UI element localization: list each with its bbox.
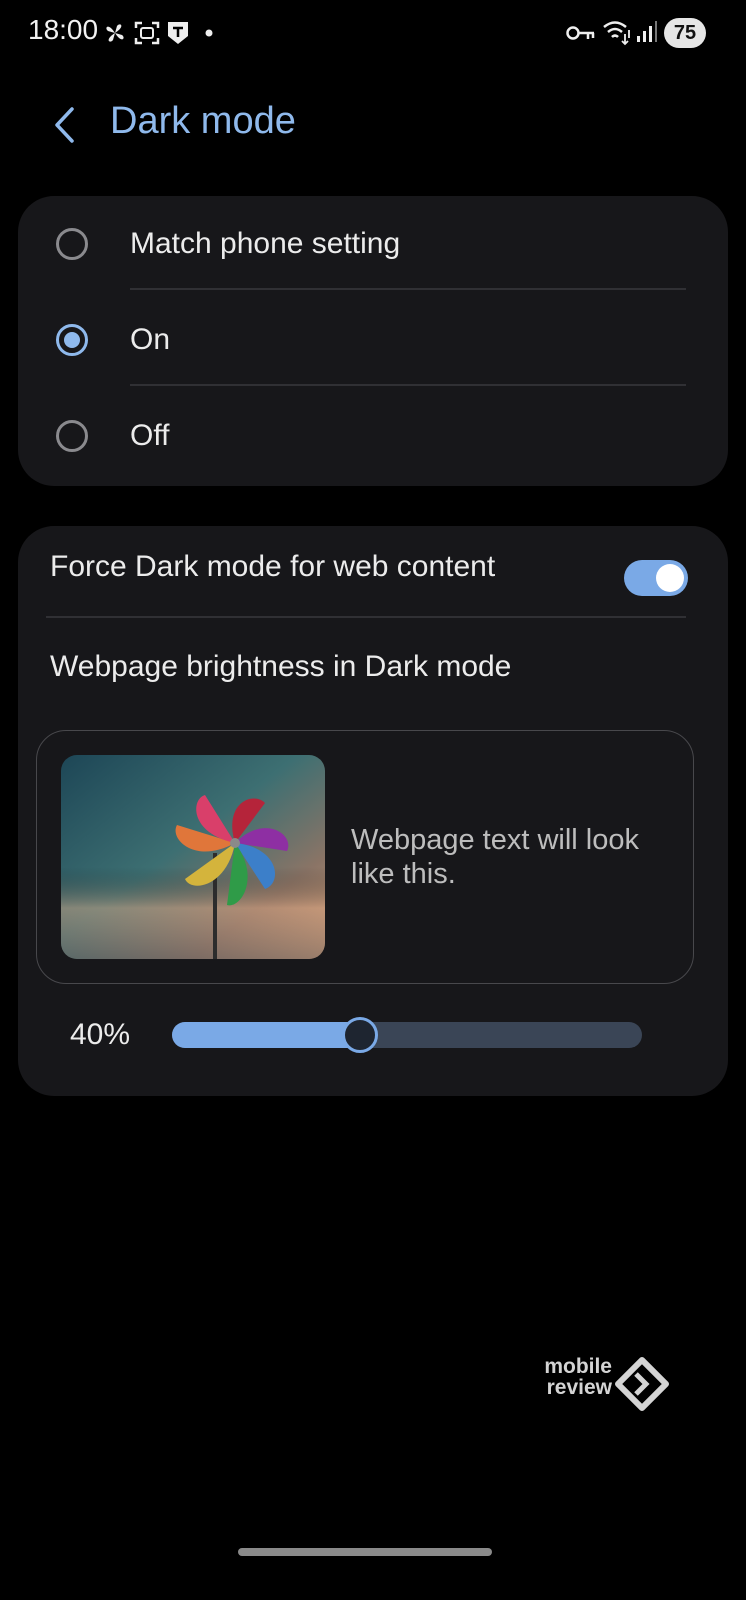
- force-dark-web-toggle[interactable]: [624, 560, 688, 596]
- slider-thumb[interactable]: [342, 1017, 378, 1053]
- page-title: Dark mode: [110, 100, 296, 142]
- webpage-brightness-label: Webpage brightness in Dark mode: [50, 650, 512, 683]
- logo-line1: mobile: [544, 1355, 612, 1378]
- option-label: Match phone setting: [130, 227, 401, 260]
- option-on[interactable]: On: [18, 292, 728, 388]
- logo-text: mobile review: [528, 1356, 612, 1398]
- dark-mode-options-card: Match phone setting On Off: [18, 196, 728, 486]
- brightness-preview: Webpage text will look like this.: [36, 730, 694, 984]
- chevron-left-icon: [55, 107, 74, 143]
- option-off[interactable]: Off: [18, 388, 728, 484]
- status-time: 18:00: [28, 14, 99, 45]
- diamond-logo-icon: [615, 1357, 669, 1411]
- web-content-card: Force Dark mode for web content Webpage …: [18, 526, 728, 1096]
- screen-capture-icon: [134, 21, 160, 45]
- radio-button[interactable]: [56, 228, 88, 260]
- shield-t-icon: [168, 22, 188, 44]
- dot-icon: [205, 29, 213, 37]
- battery-level: 75: [673, 21, 697, 44]
- radio-button-selected[interactable]: [56, 324, 88, 356]
- pinwheel-preview-image: [61, 755, 325, 959]
- divider: [130, 288, 686, 290]
- force-dark-web-label: Force Dark mode for web content: [50, 550, 496, 583]
- preview-sample-text: Webpage text will look like this.: [351, 824, 640, 890]
- battery-icon: 75: [664, 18, 706, 48]
- option-label: On: [130, 323, 171, 356]
- mobile-review-logo: mobile review: [528, 1356, 678, 1416]
- option-label: Off: [130, 419, 170, 452]
- toggle-knob: [656, 564, 684, 592]
- home-indicator[interactable]: [238, 1548, 492, 1556]
- key-icon: [566, 26, 595, 40]
- option-match-phone-setting[interactable]: Match phone setting: [18, 196, 728, 292]
- back-button[interactable]: [42, 98, 86, 152]
- divider: [130, 384, 686, 386]
- wifi-icon: [603, 21, 630, 46]
- logo-line2: review: [546, 1376, 612, 1399]
- brightness-percent: 40%: [70, 1018, 131, 1051]
- signal-icon: [637, 21, 657, 42]
- radio-button[interactable]: [56, 420, 88, 452]
- brightness-slider[interactable]: [172, 1017, 642, 1053]
- divider: [46, 616, 686, 618]
- pinwheel-icon: [106, 24, 124, 42]
- slider-fill: [172, 1022, 360, 1048]
